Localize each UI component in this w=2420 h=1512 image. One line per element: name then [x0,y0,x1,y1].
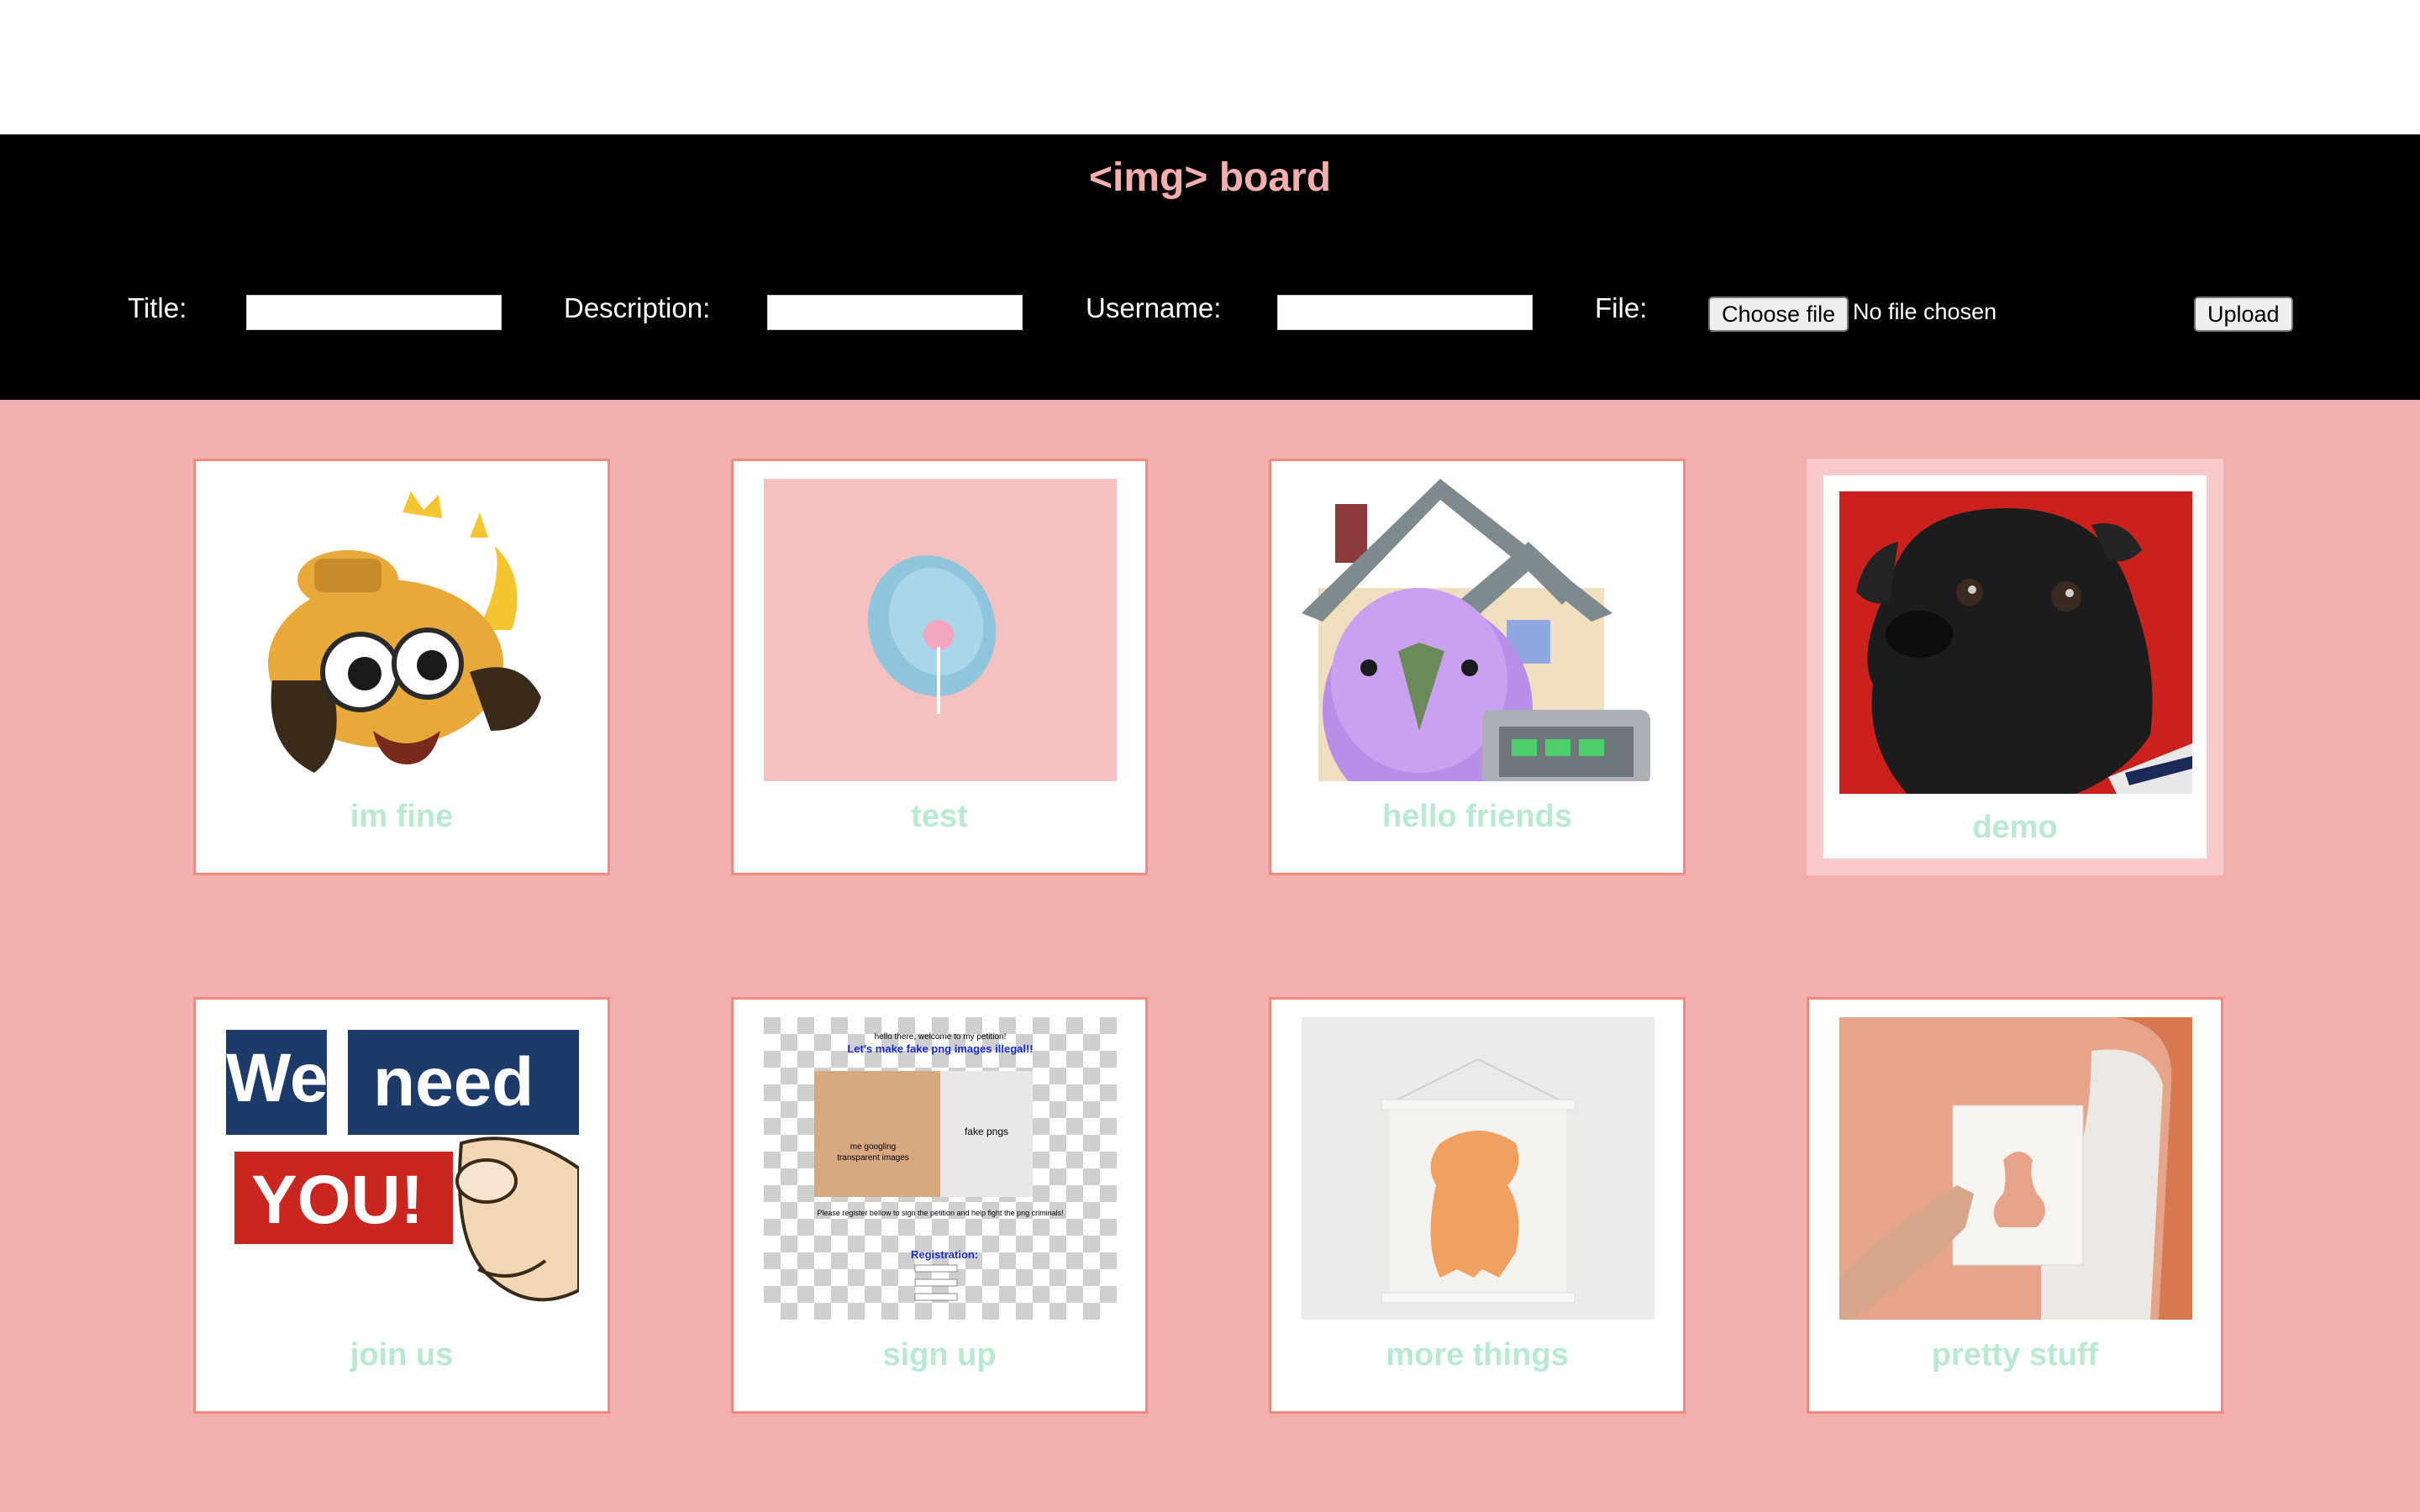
description-input[interactable] [767,295,1023,330]
title-input[interactable] [246,295,502,330]
image-title: pretty stuff [1931,1337,2099,1373]
file-label: File: [1595,292,1648,323]
image-title: sign up [882,1337,997,1373]
image-card[interactable]: hello there, welcome to my petition! Let… [731,997,1148,1414]
svg-text:fake pngs: fake pngs [965,1126,1008,1137]
image-card[interactable]: demo [1807,459,2223,875]
username-input[interactable] [1277,295,1533,330]
svg-text:transparent images: transparent images [837,1153,909,1163]
title-label: Title: [128,292,187,323]
image-thumbnail: We need YOU! [226,1017,579,1320]
image-title: demo [1972,810,2058,845]
image-title: hello friends [1382,799,1572,834]
top-blank-area [0,0,2420,134]
image-title: im fine [350,799,454,834]
image-card[interactable]: more things [1269,997,1686,1414]
no-file-chosen-text: No file chosen [1853,299,1997,324]
username-label: Username: [1086,292,1222,323]
image-thumbnail [1839,1017,2192,1320]
image-thumbnail [1302,1017,1655,1320]
image-title: test [911,799,968,834]
petition-meme-image: hello there, welcome to my petition! Let… [764,1017,1117,1320]
svg-text:me googling: me googling [850,1142,896,1152]
image-card[interactable]: im fine [193,459,610,875]
pixel-parrot-illustration [1302,479,1655,781]
header-bar: <img> board Title: Description: Username… [0,134,2420,400]
image-thumbnail [1839,491,2192,794]
image-title: join us [350,1337,454,1373]
svg-text:Please register bellow to sign: Please register bellow to sign the petit… [817,1209,1063,1217]
svg-text:YOU!: YOU! [251,1162,424,1238]
image-thumbnail [1302,479,1655,781]
image-thumbnail [226,479,579,781]
image-card[interactable]: test [731,459,1148,875]
image-card[interactable]: pretty stuff [1807,997,2223,1414]
svg-text:Registration:: Registration: [911,1248,978,1261]
svg-text:Let's make fake png images ill: Let's make fake png images illegal!! [847,1042,1033,1055]
dog-fire-illustration [226,479,579,781]
choose-file-button[interactable]: Choose file [1708,297,1849,332]
site-title: <img> board [1088,155,1332,200]
pug-photo [1839,491,2192,794]
image-thumbnail: hello there, welcome to my petition! Let… [764,1017,1117,1320]
bear-poster-photo [1302,1017,1655,1320]
svg-text:need: need [373,1044,534,1121]
we-need-you-illustration: We need YOU! [226,1017,579,1320]
svg-text:hello there, welcome to my pet: hello there, welcome to my petition! [875,1032,1007,1042]
description-label: Description: [564,292,711,323]
hand-print-photo [1839,1017,2192,1320]
image-card[interactable]: We need YOU! join us [193,997,610,1414]
image-title: more things [1386,1337,1569,1373]
svg-text:We: We [226,1040,329,1116]
lollipop-photo [764,479,1117,781]
image-thumbnail [764,479,1117,781]
upload-button[interactable]: Upload [2194,297,2293,332]
image-card[interactable]: hello friends [1269,459,1686,875]
